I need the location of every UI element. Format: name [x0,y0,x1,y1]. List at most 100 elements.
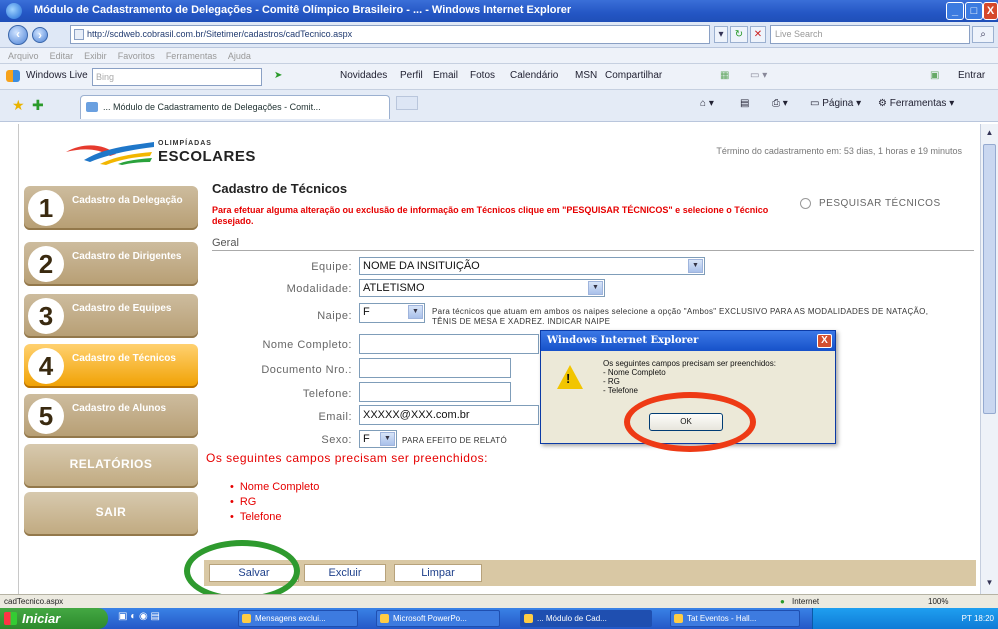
feeds-icon[interactable]: ▤ [740,98,749,109]
windows-live-label[interactable]: Windows Live [26,70,88,81]
documento-input[interactable] [359,358,511,378]
links-toolbar: Windows Live Bing ➤ Novidades Perfil Ema… [0,64,998,90]
modalidade-label: Modalidade: [286,283,352,295]
tab-modulo-cadastramento[interactable]: ... Módulo de Cadastramento de Delegaçõe… [80,95,390,119]
search-technicians-link[interactable]: PESQUISAR TÉCNICOS [800,198,941,209]
search-icon[interactable]: ⌕ [972,26,994,43]
address-bar[interactable]: http://scdweb.cobrasil.com.br/Sitetimer/… [70,25,710,44]
highlight-circle-save [184,540,300,602]
dialog-close-button[interactable]: X [817,334,832,348]
minimize-button[interactable]: _ [946,2,964,20]
quicklaunch-icons[interactable]: ▣ ◐ ◉ ▤ [118,611,160,622]
security-zone: Internet [792,597,820,606]
naipe-select[interactable]: F ▼ [359,303,425,323]
scroll-up-icon[interactable]: ▲ [983,126,996,140]
maximize-button[interactable]: □ [965,2,983,20]
ie-logo-icon [6,3,22,19]
step-number: 3 [28,298,64,334]
stop-icon[interactable]: ✕ [750,26,766,43]
dialog-title: Windows Internet Explorer [541,331,835,351]
print-icon[interactable]: ⎙ ▾ [772,98,788,109]
go-icon[interactable]: ➤ [274,70,282,81]
menu-favoritos[interactable]: Favoritos [118,48,155,64]
link-msn[interactable]: MSN [575,70,597,81]
sidebar-item-tecnicos[interactable]: 4 Cadastro de Técnicos [24,344,198,388]
new-tab-button[interactable] [396,96,418,110]
edit-instructions: Para efetuar alguma alteração ou exclusã… [212,205,769,226]
link-email[interactable]: Email [433,70,458,81]
address-row: ‹ › http://scdweb.cobrasil.com.br/Siteti… [0,22,998,48]
tab-favicon-icon [86,102,98,112]
magnifier-icon [800,198,811,209]
clear-button[interactable]: Limpar [394,564,482,582]
equipe-select[interactable]: NOME DA INSITUIÇÃO ▼ [359,257,705,275]
sidebar-item-relatorios[interactable]: RELATÓRIOS [24,444,198,488]
window-titlebar: Módulo de Cadastramento de Delegações - … [0,0,998,22]
sidebar-item-sair[interactable]: SAIR [24,492,198,536]
modalidade-select[interactable]: ATLETISMO ▼ [359,279,605,297]
live-search-input[interactable]: Live Search [770,25,970,44]
refresh-icon[interactable]: ↻ [730,26,748,43]
menu-ferramentas[interactable]: Ferramentas [166,48,217,64]
taskbar-item-tat-eventos[interactable]: Tat Eventos - Hall... [670,610,800,627]
list-item: Telefone [230,510,319,525]
menu-editar[interactable]: Editar [50,48,74,64]
address-dropdown-icon[interactable]: ▾ [714,26,728,43]
signin-icon: ▣ [930,70,940,81]
windows-flag-icon [4,612,17,625]
sidebar-item-alunos[interactable]: 5 Cadastro de Alunos [24,394,198,438]
registration-deadline: Término do cadastramento em: 53 dias, 1 … [716,146,962,156]
list-item: RG [230,495,319,510]
menu-ajuda[interactable]: Ajuda [228,48,251,64]
sidebar-item-delegacao[interactable]: 1 Cadastro da Delegação [24,186,198,230]
window-title: Módulo de Cadastramento de Delegações - … [34,4,572,16]
taskbar-item-powerpoint[interactable]: Microsoft PowerPo... [376,610,500,627]
email-label: Email: [318,411,352,423]
naipe-note: Para técnicos que atuam em ambos os naip… [432,307,929,326]
start-button[interactable]: Iniciar [0,608,108,629]
vertical-scrollbar[interactable]: ▲ ▼ [980,124,998,594]
chevron-down-icon: ▼ [688,259,703,273]
validation-list: Nome Completo RG Telefone [230,480,319,525]
telefone-input[interactable] [359,382,511,402]
section-divider [212,250,974,251]
add-favorites-icon[interactable]: ✚ [32,98,44,112]
nome-completo-input[interactable] [359,334,539,354]
link-perfil[interactable]: Perfil [400,70,423,81]
link-calendario[interactable]: Calendário [510,70,558,81]
naipe-label: Naipe: [317,310,352,322]
zoom-level[interactable]: 100% [928,595,948,608]
link-fotos[interactable]: Fotos [470,70,495,81]
sexo-label: Sexo: [321,434,352,446]
share-icon[interactable]: ▦ [720,70,729,81]
home-icon[interactable]: ⌂ ▾ [700,98,714,109]
favorites-star-icon[interactable]: ★ [12,98,25,112]
equipe-label: Equipe: [311,261,352,273]
sexo-select[interactable]: F ▼ [359,430,397,448]
back-button[interactable]: ‹ [8,25,28,45]
page-menu[interactable]: ▭ Página ▾ [810,98,861,109]
delete-button[interactable]: Excluir [304,564,386,582]
sidebar-item-label: Cadastro de Dirigentes [72,251,182,262]
taskbar-item-mensagens[interactable]: Mensagens exclui... [238,610,358,627]
bing-search-input[interactable]: Bing [92,68,262,86]
signin-link[interactable]: Entrar [958,70,985,81]
tools-menu[interactable]: ⚙ Ferramentas ▾ [878,98,954,109]
nome-label: Nome Completo: [262,339,352,351]
page-icon [74,29,84,40]
link-novidades[interactable]: Novidades [340,70,387,81]
sidebar-item-equipes[interactable]: 3 Cadastro de Equipes [24,294,198,338]
sidebar-item-label: Cadastro da Delegação [72,195,183,206]
close-window-button[interactable]: X [983,2,998,20]
scroll-down-icon[interactable]: ▼ [983,576,996,590]
forward-button[interactable]: › [32,27,48,43]
messenger-icon[interactable]: ▭ ▾ [750,70,767,81]
warning-icon: ! [557,365,583,389]
link-compartilhar[interactable]: Compartilhar [605,70,662,81]
scroll-thumb[interactable] [983,144,996,414]
menu-arquivo[interactable]: Arquivo [8,48,39,64]
taskbar-item-ie[interactable]: ... Módulo de Cad... [520,610,652,627]
sidebar-item-dirigentes[interactable]: 2 Cadastro de Dirigentes [24,242,198,286]
email-input[interactable]: XXXXX@XXX.com.br [359,405,539,425]
menu-exibir[interactable]: Exibir [84,48,107,64]
